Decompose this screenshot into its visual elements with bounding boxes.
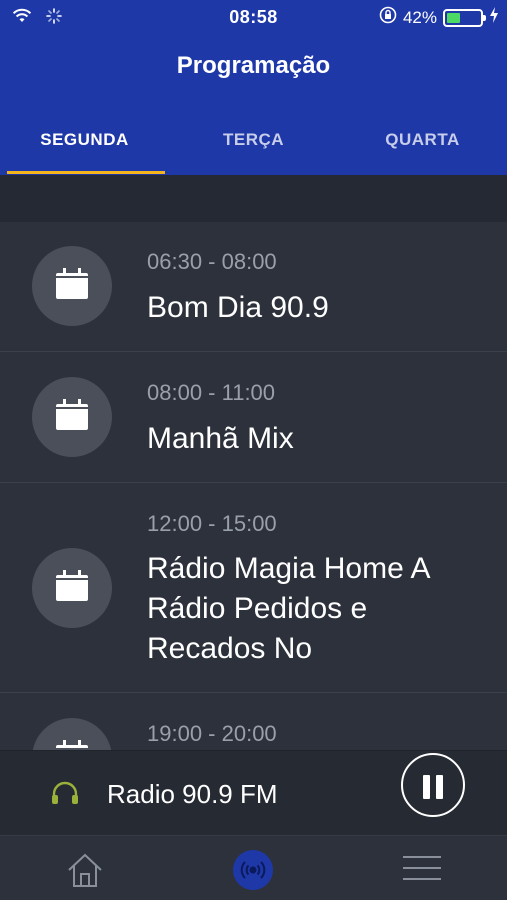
calendar-icon xyxy=(32,246,112,326)
home-icon[interactable] xyxy=(66,852,104,893)
list-item[interactable]: 06:30 - 08:00 Bom Dia 90.9 xyxy=(0,222,507,352)
station-name: Radio 90.9 FM xyxy=(107,779,278,809)
calendar-icon xyxy=(32,548,112,628)
bottom-nav xyxy=(0,835,507,900)
now-playing-bar[interactable]: Radio 90.9 FM xyxy=(0,750,507,835)
list-item[interactable]: 19:00 - 20:00 xyxy=(0,693,507,750)
list-item[interactable]: 12:00 - 15:00 Rádio Magia Home A Rádio P… xyxy=(0,483,507,693)
charging-bolt-icon xyxy=(489,7,499,28)
list-header-band xyxy=(0,175,507,222)
tab-segunda[interactable]: SEGUNDA xyxy=(0,118,169,175)
program-title: Bom Dia 90.9 xyxy=(147,291,329,324)
menu-icon[interactable] xyxy=(403,856,441,889)
tab-quarta[interactable]: QUARTA xyxy=(338,118,507,175)
status-bar: 08:58 42% xyxy=(0,0,507,34)
day-tabs: SEGUNDA TERÇA QUARTA xyxy=(0,118,507,175)
page-title: Programação xyxy=(176,52,331,79)
program-title: Rádio Magia Home A Rádio Pedidos e Recad… xyxy=(147,552,429,665)
battery-icon xyxy=(443,8,486,27)
calendar-icon xyxy=(32,377,112,457)
pause-button[interactable] xyxy=(401,753,465,817)
orientation-lock-icon xyxy=(379,6,397,29)
app-header: 08:58 42% Programação SEGUNDA TERÇA QUAR… xyxy=(0,0,507,175)
active-tab-indicator xyxy=(7,171,165,174)
battery-percent: 42% xyxy=(402,7,437,27)
program-time: 08:00 - 11:00 xyxy=(147,380,276,405)
program-time: 06:30 - 08:00 xyxy=(147,249,277,274)
program-time: 19:00 - 20:00 xyxy=(147,721,277,746)
radio-broadcast-icon[interactable] xyxy=(233,850,273,890)
schedule-list[interactable]: 06:30 - 08:00 Bom Dia 90.9 08:00 - 11:00… xyxy=(0,222,507,750)
headphones-icon xyxy=(50,781,80,810)
tab-terca[interactable]: TERÇA xyxy=(169,118,338,175)
calendar-icon xyxy=(32,718,112,750)
list-item[interactable]: 08:00 - 11:00 Manhã Mix xyxy=(0,352,507,483)
program-time: 12:00 - 15:00 xyxy=(147,511,277,536)
program-title: Manhã Mix xyxy=(147,422,294,455)
